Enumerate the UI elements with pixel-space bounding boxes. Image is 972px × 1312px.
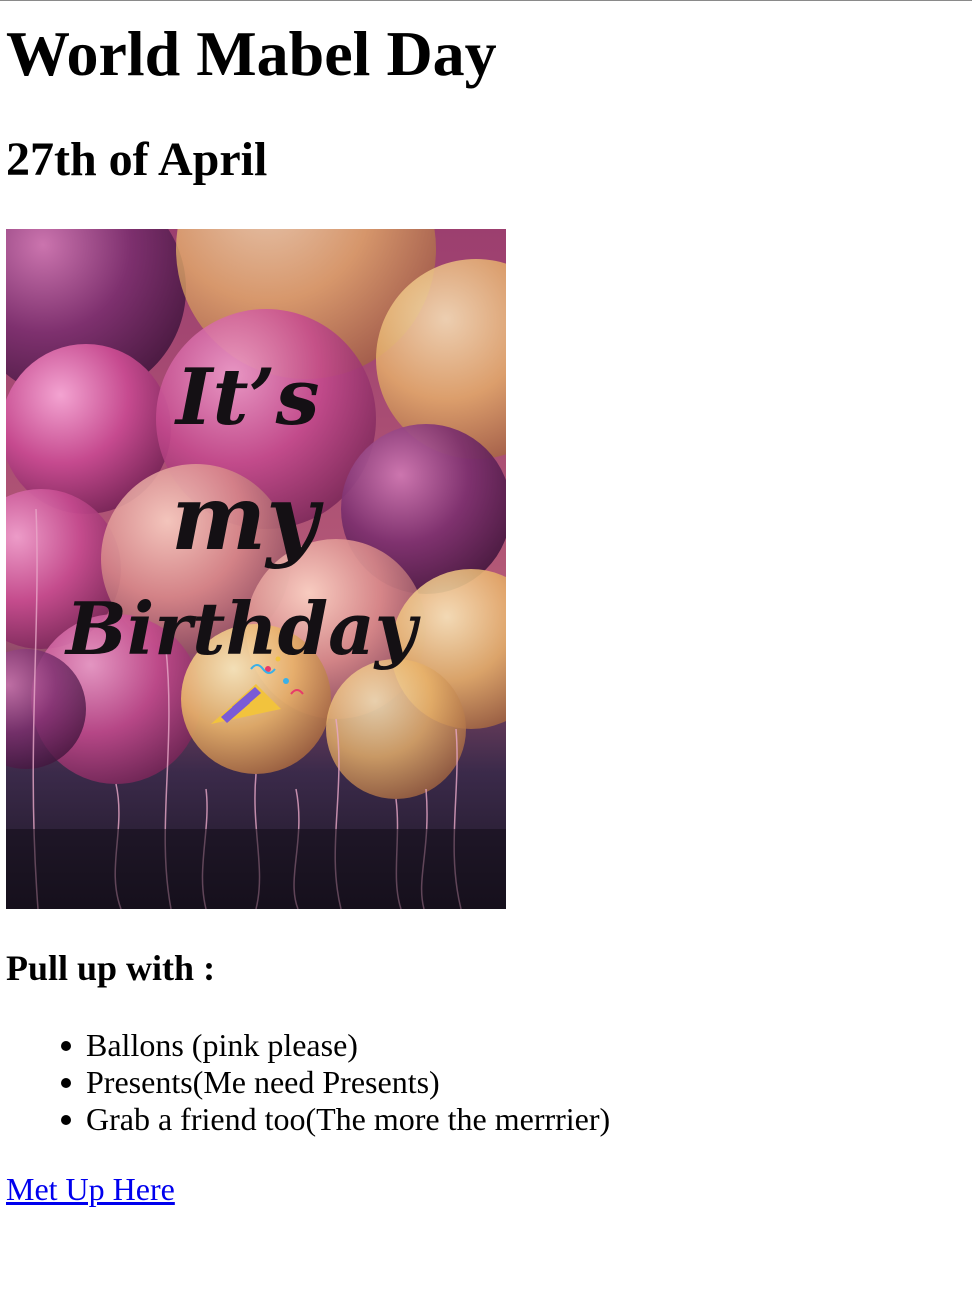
bullet-icon bbox=[61, 1041, 71, 1051]
bring-list: Ballons (pink please) Presents(Me need P… bbox=[6, 1027, 610, 1138]
birthday-balloons-image: It’s my Birthday bbox=[6, 229, 506, 909]
list-item: Ballons (pink please) bbox=[6, 1027, 610, 1064]
section-heading: Pull up with : bbox=[6, 948, 216, 988]
page-title: World Mabel Day bbox=[6, 18, 497, 89]
image-text-line-1: It’s bbox=[174, 352, 320, 443]
bullet-icon bbox=[61, 1115, 71, 1125]
list-item: Grab a friend too(The more the merrrier) bbox=[6, 1101, 610, 1138]
image-text-line-2: my bbox=[171, 465, 324, 571]
bullet-icon bbox=[61, 1078, 71, 1088]
top-border bbox=[0, 0, 972, 1]
meet-up-link[interactable]: Met Up Here bbox=[6, 1169, 175, 1209]
list-item-text: Grab a friend too(The more the merrrier) bbox=[86, 1101, 611, 1137]
image-text-line-3: Birthday bbox=[64, 586, 421, 671]
list-item-text: Presents(Me need Presents) bbox=[86, 1064, 440, 1100]
list-item: Presents(Me need Presents) bbox=[6, 1064, 610, 1101]
event-date: 27th of April bbox=[6, 133, 268, 186]
list-item-text: Ballons (pink please) bbox=[86, 1027, 358, 1063]
